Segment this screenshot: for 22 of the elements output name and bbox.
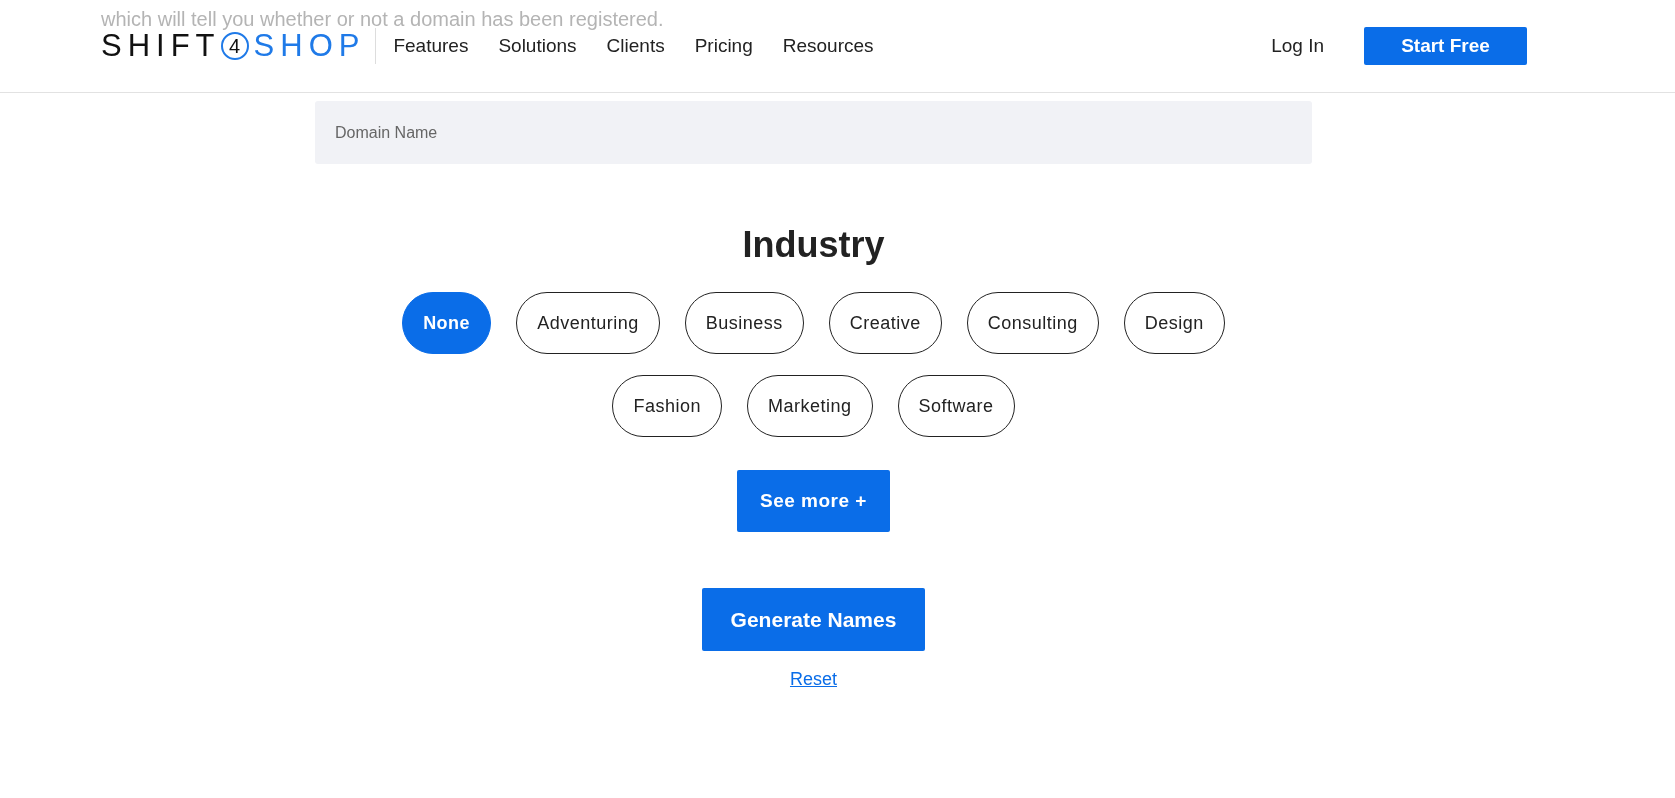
industry-option[interactable]: Marketing (747, 375, 873, 437)
nav-link[interactable]: Solutions (498, 35, 577, 57)
industry-option[interactable]: Software (897, 375, 1015, 437)
industry-option[interactable]: None (402, 292, 492, 354)
industry-option[interactable]: Adventuring (516, 292, 660, 354)
background-text: which will tell you whether or not a domain has been registered. (101, 8, 664, 31)
nav-link[interactable]: Resources (782, 35, 874, 57)
reset-link[interactable]: Reset (790, 669, 837, 690)
industry-option[interactable]: Design (1123, 292, 1225, 354)
industry-heading: Industry (742, 224, 885, 266)
nav-link[interactable]: Pricing (694, 35, 753, 57)
login-link[interactable]: Log In (1271, 35, 1324, 57)
industry-option[interactable]: Creative (828, 292, 942, 354)
generate-names-button[interactable]: Generate Names (702, 588, 925, 651)
nav-link[interactable]: Clients (606, 35, 665, 57)
industry-option[interactable]: Consulting (966, 292, 1099, 354)
industry-option[interactable]: Business (684, 292, 804, 354)
start-free-button[interactable]: Start Free (1364, 27, 1527, 65)
industry-option[interactable]: Fashion (612, 375, 722, 437)
see-more-button[interactable]: See more + (737, 470, 890, 532)
domain-name-field[interactable]: Domain Name (315, 101, 1312, 164)
nav-link[interactable]: Features (393, 35, 469, 57)
